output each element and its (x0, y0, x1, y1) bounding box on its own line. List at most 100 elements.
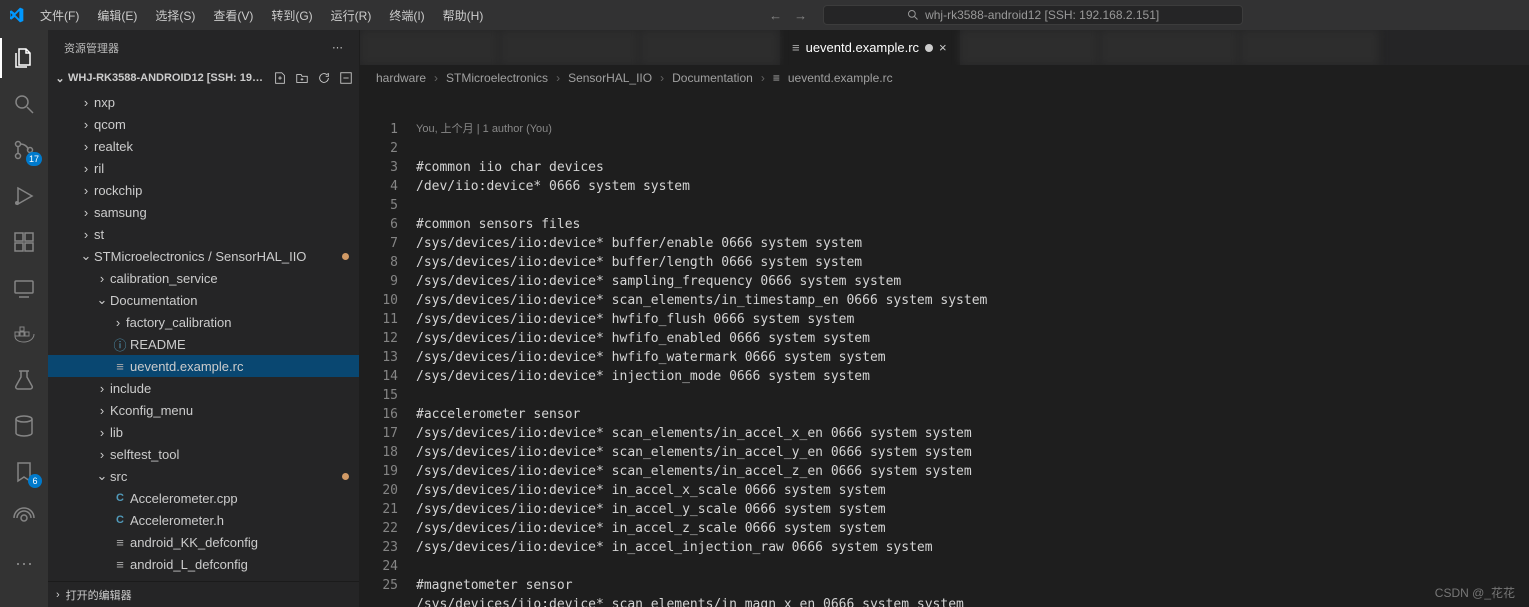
breadcrumb-item[interactable]: hardware (376, 71, 426, 85)
activity-more[interactable]: ⋯ (0, 544, 48, 584)
menu-terminal[interactable]: 终端(I) (381, 3, 432, 28)
activity-explorer[interactable] (0, 38, 48, 78)
activity-database[interactable] (0, 406, 48, 446)
folder-factory-calibration[interactable]: ›factory_calibration (48, 311, 359, 333)
menu-goto[interactable]: 转到(G) (263, 3, 320, 28)
breadcrumb-item[interactable]: SensorHAL_IIO (568, 71, 652, 85)
file-android-kk[interactable]: ≡android_KK_defconfig (48, 531, 359, 553)
docker-icon (12, 322, 36, 346)
folder-stmicro[interactable]: ⌄STMicroelectronics / SensorHAL_IIO (48, 245, 359, 267)
folder-rockchip[interactable]: ›rockchip (48, 179, 359, 201)
breadcrumb-item[interactable]: Documentation (672, 71, 753, 85)
folder-kconfig-menu[interactable]: ›Kconfig_menu (48, 399, 359, 421)
chevron-right-icon: › (94, 425, 110, 440)
file-label: android_L_defconfig (130, 557, 248, 572)
codelens[interactable]: You, 上个月 | 1 author (You) (416, 120, 1529, 139)
breadcrumb-item[interactable]: ueventd.example.rc (788, 71, 893, 85)
modified-dot-icon (342, 253, 349, 260)
tab-ueventd[interactable]: ≡ ueventd.example.rc × (780, 30, 960, 65)
debug-icon (12, 184, 36, 208)
tab-hidden-3[interactable] (640, 30, 780, 65)
folder-label: rockchip (94, 183, 142, 198)
chevron-right-icon: › (78, 95, 94, 110)
file-accel-h[interactable]: CAccelerometer.h (48, 509, 359, 531)
folder-ril[interactable]: ›ril (48, 157, 359, 179)
folder-selftest-tool[interactable]: ›selftest_tool (48, 443, 359, 465)
project-header[interactable]: ⌄ WHJ-RK3588-ANDROID12 [SSH: 19… (48, 65, 359, 91)
nav-forward-icon[interactable]: → (794, 8, 807, 23)
tab-hidden-1[interactable] (360, 30, 500, 65)
code-content[interactable]: You, 上个月 | 1 author (You) #common iio ch… (416, 101, 1529, 607)
folder-lib[interactable]: ›lib (48, 421, 359, 443)
chevron-right-icon: › (56, 589, 60, 601)
folder-qcom[interactable]: ›qcom (48, 113, 359, 135)
file-label: android_KK_defconfig (130, 535, 258, 550)
editor-body[interactable]: 1234567891011121314151617181920212223242… (360, 91, 1529, 607)
project-name: WHJ-RK3588-ANDROID12 [SSH: 19… (68, 72, 273, 84)
folder-calibration-service[interactable]: ›calibration_service (48, 267, 359, 289)
activity-extensions[interactable] (0, 222, 48, 262)
file-label: Accelerometer.cpp (130, 491, 238, 506)
folder-st[interactable]: ›st (48, 223, 359, 245)
file-accel-cpp[interactable]: CAccelerometer.cpp (48, 487, 359, 509)
open-editors-label: 打开的编辑器 (66, 587, 132, 603)
activity-search[interactable] (0, 84, 48, 124)
activity-docker[interactable] (0, 314, 48, 354)
activity-scm[interactable]: 17 (0, 130, 48, 170)
nav-back-icon[interactable]: ← (769, 8, 782, 23)
modified-dot-icon (342, 473, 349, 480)
close-icon[interactable]: × (939, 40, 947, 55)
folder-samsung[interactable]: ›samsung (48, 201, 359, 223)
folder-include[interactable]: ›include (48, 377, 359, 399)
activity-live[interactable] (0, 498, 48, 538)
file-readme[interactable]: ⓘREADME (48, 333, 359, 355)
open-editors-section[interactable]: › 打开的编辑器 (48, 581, 359, 607)
breadcrumbs[interactable]: hardware› STMicroelectronics› SensorHAL_… (360, 65, 1529, 91)
list-icon: ≡ (792, 40, 800, 55)
folder-label: qcom (94, 117, 126, 132)
file-label: ueventd.example.rc (130, 359, 243, 374)
tab-hidden-4[interactable] (960, 30, 1100, 65)
command-center[interactable]: whj-rk3588-android12 [SSH: 192.168.2.151… (823, 5, 1243, 25)
folder-label: ril (94, 161, 104, 176)
activity-run-debug[interactable] (0, 176, 48, 216)
file-label: README (130, 337, 186, 352)
activity-testing[interactable] (0, 360, 48, 400)
file-android-l[interactable]: ≡android_L_defconfig (48, 553, 359, 575)
folder-nxp[interactable]: ›nxp (48, 91, 359, 113)
refresh-icon[interactable] (317, 71, 331, 85)
tab-hidden-2[interactable] (500, 30, 640, 65)
breadcrumb-item[interactable]: STMicroelectronics (446, 71, 548, 85)
folder-label: include (110, 381, 151, 396)
files-icon (12, 46, 36, 70)
explorer-sidebar: 资源管理器 ⋯ ⌄ WHJ-RK3588-ANDROID12 [SSH: 19…… (48, 30, 360, 607)
folder-label: STMicroelectronics / SensorHAL_IIO (94, 249, 306, 264)
new-file-icon[interactable] (273, 71, 287, 85)
menu-select[interactable]: 选择(S) (147, 3, 203, 28)
folder-realtek[interactable]: ›realtek (48, 135, 359, 157)
menu-help[interactable]: 帮助(H) (435, 3, 492, 28)
command-center-text: whj-rk3588-android12 [SSH: 192.168.2.151… (925, 8, 1159, 22)
menu-run[interactable]: 运行(R) (323, 3, 380, 28)
c-file-icon: C (110, 492, 130, 504)
collapse-icon[interactable] (339, 71, 353, 85)
tab-hidden-5[interactable] (1100, 30, 1240, 65)
file-ueventd[interactable]: ≡ueventd.example.rc (48, 355, 359, 377)
chevron-right-icon: › (78, 205, 94, 220)
menu-view[interactable]: 查看(V) (205, 3, 261, 28)
remote-icon (12, 276, 36, 300)
tab-hidden-6[interactable] (1240, 30, 1380, 65)
new-folder-icon[interactable] (295, 71, 309, 85)
list-icon: ≡ (110, 359, 130, 374)
folder-src[interactable]: ⌄src (48, 465, 359, 487)
folder-label: selftest_tool (110, 447, 179, 462)
activity-bookmark[interactable]: 6 (0, 452, 48, 492)
menu-edit[interactable]: 编辑(E) (89, 3, 145, 28)
database-icon (12, 414, 36, 438)
chevron-right-icon: › (78, 161, 94, 176)
folder-documentation[interactable]: ⌄Documentation (48, 289, 359, 311)
file-label: Accelerometer.h (130, 513, 224, 528)
activity-remote[interactable] (0, 268, 48, 308)
explorer-more-icon[interactable]: ⋯ (332, 41, 343, 54)
menu-file[interactable]: 文件(F) (32, 3, 87, 28)
